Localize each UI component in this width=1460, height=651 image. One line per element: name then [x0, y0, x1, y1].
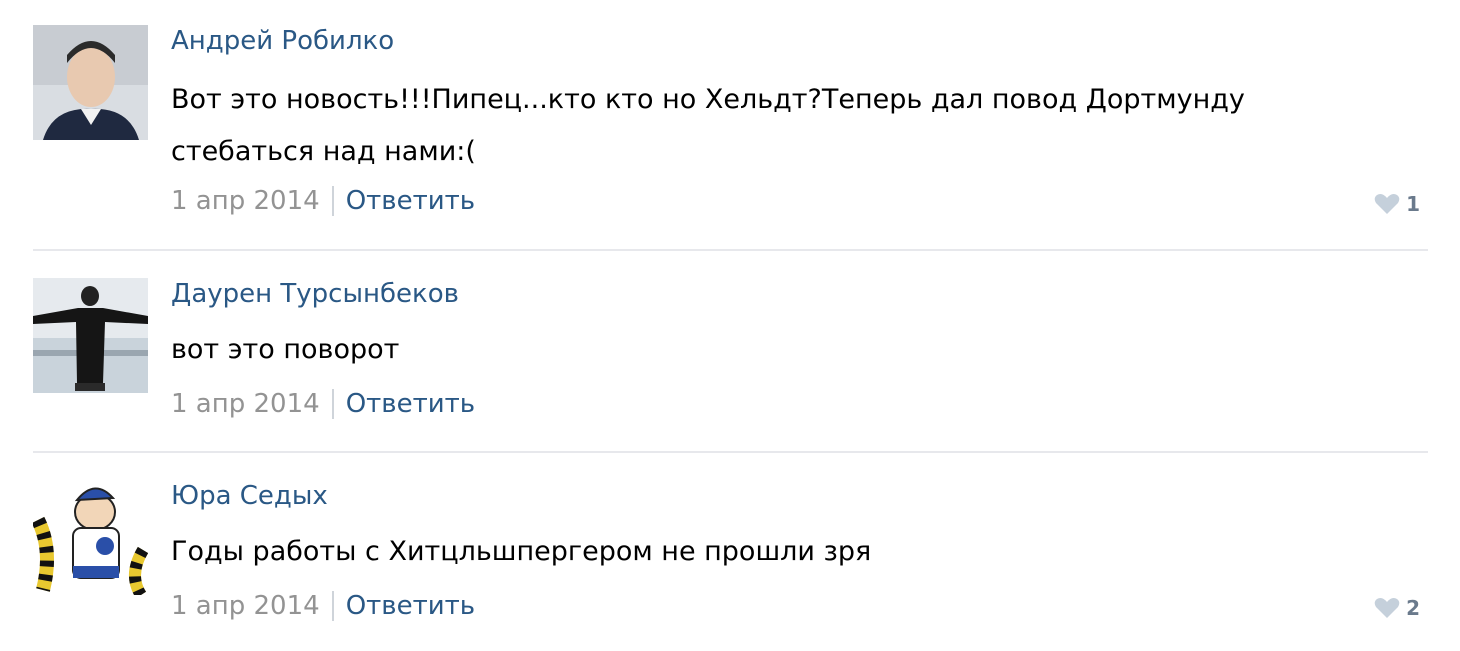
- divider: [33, 249, 1428, 251]
- user-photo-avatar-icon: [33, 25, 148, 140]
- comment-author-link[interactable]: Юра Седых: [171, 481, 328, 511]
- comment-text: Вот это новость!!!Пипец...кто кто но Хел…: [171, 74, 1321, 178]
- comment-item: Юра Седых Годы работы с Хитцльшпергером …: [0, 454, 1460, 651]
- comment-meta: 1 апр 2014 Ответить: [171, 389, 475, 419]
- comment-item: Даурен Турсынбеков вот это поворот 1 апр…: [0, 252, 1460, 452]
- comment-item: Андрей Робилко Вот это новость!!!Пипец..…: [0, 0, 1460, 250]
- avatar[interactable]: [33, 480, 148, 595]
- comment-meta: 1 апр 2014 Ответить: [171, 591, 475, 621]
- meta-separator: [331, 389, 334, 419]
- comment-text-line: вот это поворот: [171, 334, 400, 365]
- meta-separator: [331, 591, 334, 621]
- user-photo-avatar-icon: [33, 278, 148, 393]
- comment-author-link[interactable]: Даурен Турсынбеков: [171, 279, 459, 309]
- avatar[interactable]: [33, 25, 148, 140]
- avatar[interactable]: [33, 278, 148, 393]
- heart-icon: [1374, 597, 1400, 619]
- divider: [33, 451, 1428, 453]
- comments-list: Андрей Робилко Вот это новость!!!Пипец..…: [0, 0, 1460, 651]
- reply-button[interactable]: Ответить: [346, 591, 475, 621]
- comment-text-line: Вот это новость!!!Пипец...кто кто но Хел…: [171, 84, 1245, 115]
- comment-meta: 1 апр 2014 Ответить: [171, 186, 475, 216]
- comment-text: вот это поворот: [171, 324, 1321, 376]
- comment-author-link[interactable]: Андрей Робилко: [171, 26, 394, 56]
- like-button[interactable]: 2: [1374, 596, 1420, 620]
- comment-text-line: стебаться над нами:(: [171, 136, 476, 167]
- heart-icon: [1374, 193, 1400, 215]
- comment-text: Годы работы с Хитцльшпергером не прошли …: [171, 526, 1321, 578]
- comment-date[interactable]: 1 апр 2014: [171, 186, 320, 216]
- like-button[interactable]: 1: [1374, 192, 1420, 216]
- meta-separator: [331, 186, 334, 216]
- comment-date[interactable]: 1 апр 2014: [171, 389, 320, 419]
- comment-date[interactable]: 1 апр 2014: [171, 591, 320, 621]
- reply-button[interactable]: Ответить: [346, 389, 475, 419]
- cartoon-mascot-avatar-icon: [33, 480, 148, 595]
- like-count: 1: [1406, 192, 1420, 216]
- comment-text-line: Годы работы с Хитцльшпергером не прошли …: [171, 536, 872, 567]
- reply-button[interactable]: Ответить: [346, 186, 475, 216]
- like-count: 2: [1406, 596, 1420, 620]
